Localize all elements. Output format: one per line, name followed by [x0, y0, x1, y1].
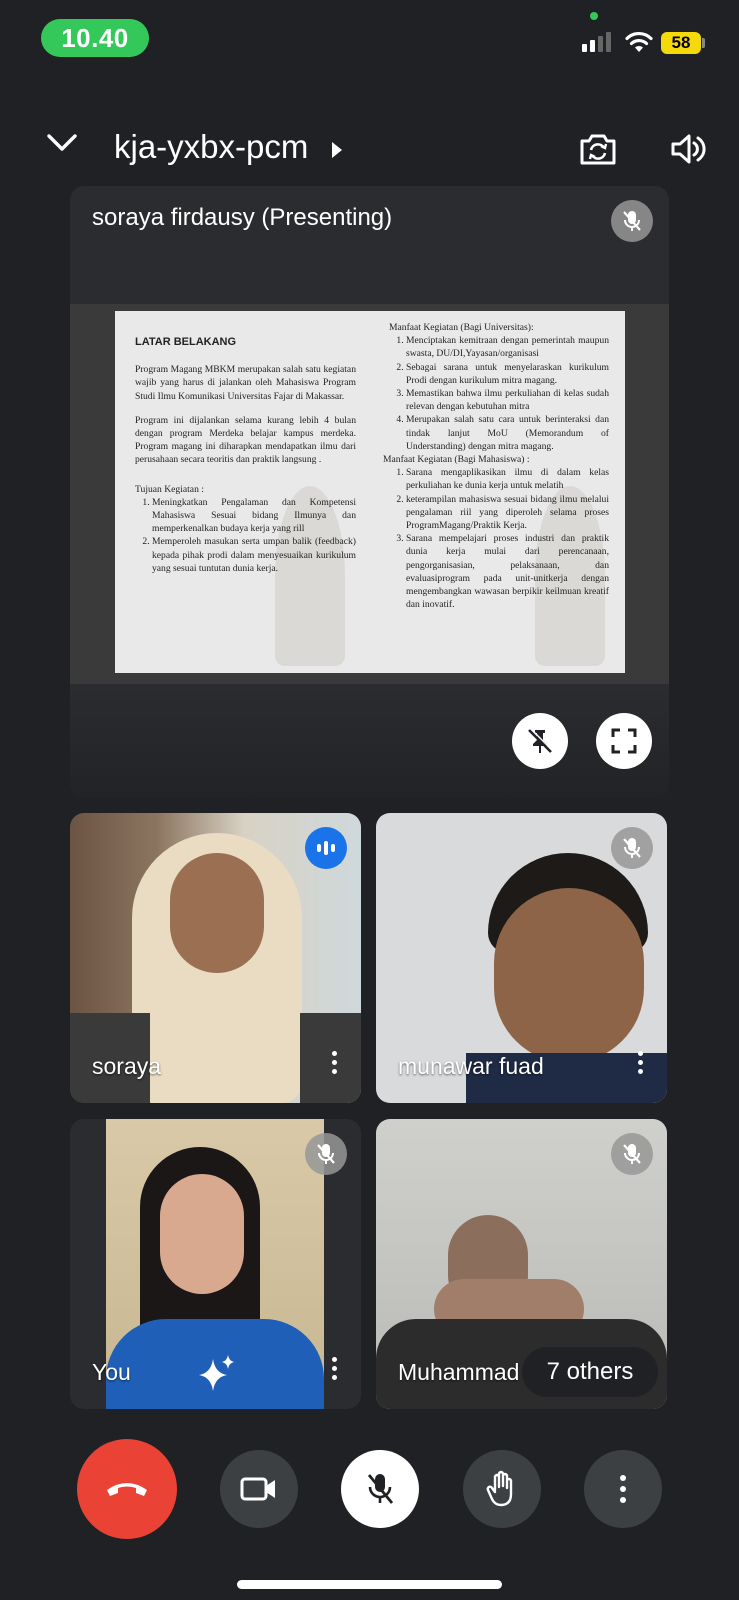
- more-vert-icon: [620, 1475, 626, 1503]
- camera-icon: [240, 1477, 275, 1501]
- participant-tile-muhammad[interactable]: Muhammad 7 others: [376, 1119, 667, 1409]
- slide-title: LATAR BELAKANG: [135, 336, 237, 348]
- play-arrow-icon[interactable]: [330, 140, 344, 160]
- cellular-signal-icon: [582, 32, 611, 52]
- status-time: 10.40: [41, 19, 149, 57]
- sparkle-icon[interactable]: [195, 1353, 237, 1395]
- chevron-down-icon[interactable]: [46, 132, 78, 154]
- slide-list-item: Merupakan salah satu cara untuk berinter…: [406, 413, 609, 453]
- slide-subheading: Manfaat Kegiatan (Bagi Universitas):: [389, 322, 534, 333]
- slide-right-column: Manfaat Kegiatan (Bagi Universitas): Men…: [383, 321, 609, 611]
- participant-name: munawar fuad: [398, 1053, 544, 1079]
- raise-hand-icon: [486, 1470, 513, 1507]
- participant-name: soraya: [92, 1053, 162, 1079]
- participant-tile-soraya[interactable]: soraya: [70, 813, 361, 1103]
- fullscreen-button[interactable]: [596, 713, 652, 769]
- participant-tile-munawar-fuad[interactable]: munawar fuad: [376, 813, 667, 1103]
- battery-indicator: 58: [661, 32, 701, 54]
- slide-paragraph: Program ini dijalankan selama kurang leb…: [135, 414, 356, 466]
- slide-paragraph: Program Magang MBKM merupakan salah satu…: [135, 364, 356, 402]
- participant-face: [160, 1174, 244, 1294]
- slide-list-item: Meningkatkan Pengalaman dan Kompetensi M…: [152, 496, 356, 536]
- more-vert-icon[interactable]: [332, 1051, 337, 1074]
- camera-toggle-button[interactable]: [220, 1450, 298, 1528]
- slide-list-item: keterampilan mahasiswa sesuai bidang ilm…: [406, 493, 609, 533]
- slide-list-item: Memperoleh masukan serta umpan balik (fe…: [152, 535, 356, 575]
- presentation-controls-bar: [70, 684, 669, 798]
- camera-in-use-indicator: [590, 12, 598, 20]
- meeting-code[interactable]: kja-yxbx-pcm: [114, 128, 308, 166]
- slide-list-item: Menciptakan kemitraan dengan pemerintah …: [406, 334, 609, 360]
- mic-off-icon: [305, 1133, 347, 1175]
- presenter-label: soraya firdausy (Presenting): [92, 204, 393, 231]
- slide-list-item: Sarana mempelajari proses industri dan p…: [406, 532, 609, 611]
- fullscreen-icon: [611, 728, 637, 754]
- end-call-button[interactable]: [77, 1439, 177, 1539]
- switch-camera-icon[interactable]: [578, 132, 618, 166]
- more-options-button[interactable]: [584, 1450, 662, 1528]
- slide-subheading: Tujuan Kegiatan :: [135, 483, 204, 495]
- participant-name: You: [92, 1359, 131, 1385]
- participant-face: [170, 853, 264, 973]
- end-call-icon: [107, 1483, 147, 1496]
- slide-subheading: Manfaat Kegiatan (Bagi Mahasiswa) :: [383, 454, 530, 466]
- mic-off-icon: [611, 827, 653, 869]
- speaking-indicator-icon: [305, 827, 347, 869]
- others-count-pill[interactable]: 7 others: [522, 1347, 658, 1397]
- more-vert-icon[interactable]: [638, 1051, 643, 1074]
- slide-list-item: Memastikan bahwa ilmu perkuliahan di kel…: [406, 387, 609, 413]
- mic-off-icon: [367, 1474, 394, 1504]
- raise-hand-button[interactable]: [463, 1450, 541, 1528]
- unpin-icon: [528, 728, 553, 753]
- slide-list-item: Sarana mengaplikasikan ilmu di dalam kel…: [406, 466, 609, 492]
- speaker-icon[interactable]: [670, 132, 706, 166]
- unpin-button[interactable]: [512, 713, 568, 769]
- home-indicator[interactable]: [237, 1580, 502, 1589]
- mic-toggle-button[interactable]: [341, 1450, 419, 1528]
- battery-nub: [702, 38, 705, 48]
- shared-slide: LATAR BELAKANG Program Magang MBKM merup…: [115, 311, 625, 673]
- wifi-icon: [625, 31, 653, 52]
- mic-off-icon: [611, 1133, 653, 1175]
- participant-tile-you[interactable]: You: [70, 1119, 361, 1409]
- mic-off-icon: [611, 200, 653, 242]
- participant-clothing: [300, 1013, 361, 1103]
- more-vert-icon[interactable]: [332, 1357, 337, 1380]
- presentation-tile[interactable]: soraya firdausy (Presenting) LATAR BELAK…: [70, 186, 669, 798]
- participant-face: [494, 888, 644, 1063]
- slide-left-column: LATAR BELAKANG Program Magang MBKM merup…: [135, 321, 356, 575]
- slide-list-item: Sebagai sarana untuk menyelaraskan kurik…: [406, 361, 609, 387]
